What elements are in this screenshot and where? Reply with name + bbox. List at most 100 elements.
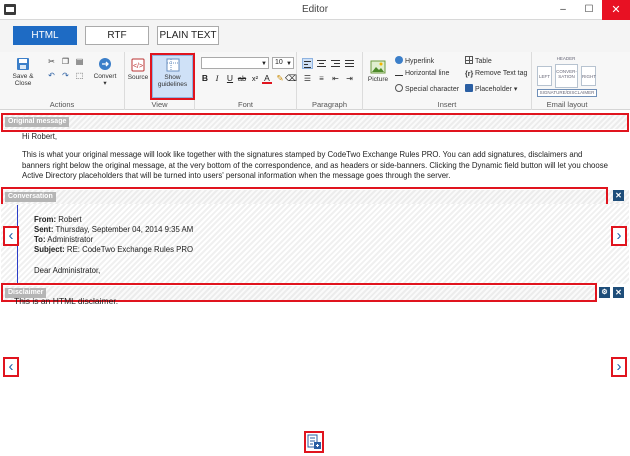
disclaimer-settings-icon[interactable]: ⚙ <box>599 287 610 298</box>
special-character-button[interactable]: Special character <box>395 84 459 93</box>
source-label: Source <box>127 74 149 81</box>
undo-icon[interactable]: ↶ <box>47 71 56 80</box>
superscript-button[interactable]: x² <box>250 73 260 84</box>
layout-right[interactable]: RIGHT <box>581 66 596 86</box>
mode-rtf-button[interactable]: RTF <box>85 26 149 45</box>
group-paragraph-label: Paragraph <box>311 100 348 109</box>
bold-button[interactable]: B <box>200 73 210 84</box>
chevron-down-icon: ▼ <box>261 61 267 67</box>
original-message-highlight <box>1 113 629 132</box>
layout-left[interactable]: LEFT <box>537 66 552 86</box>
conversation-close-icon[interactable]: ✕ <box>613 190 624 201</box>
horizontal-line-button[interactable]: Horizontal line <box>395 70 449 77</box>
bullet-list-icon[interactable]: ☰ <box>303 74 312 83</box>
underline-button[interactable]: U <box>225 73 235 84</box>
layout-signature-disclaimer[interactable]: SIGNATURE/DISCLAIMER <box>537 89 597 97</box>
paste-icon[interactable]: ▤ <box>75 57 84 66</box>
message-body-text: This is what your original message will … <box>22 150 608 180</box>
horizontal-line-icon <box>395 71 403 76</box>
maximize-button[interactable]: ☐ <box>576 0 602 20</box>
subject-value: RE: CodeTwo Exchange Rules PRO <box>64 245 194 254</box>
svg-text:</>: </> <box>133 63 143 70</box>
highlight-color-icon[interactable]: ✎ <box>275 73 285 84</box>
italic-button[interactable]: I <box>212 73 222 84</box>
group-actions-label: Actions <box>49 100 75 109</box>
show-guidelines-highlight <box>150 53 195 100</box>
select-all-icon[interactable]: ⬚ <box>75 71 84 80</box>
clear-format-icon[interactable]: ⌫ <box>285 73 297 84</box>
save-icon <box>17 58 29 70</box>
from-line: From: Robert <box>34 215 82 226</box>
editor-area[interactable]: Original message Hi Robert, This is what… <box>0 110 630 456</box>
convert-label: Convert <box>93 73 117 80</box>
font-color-button[interactable]: A <box>262 73 272 84</box>
placeholder-label: Placeholder <box>475 86 512 93</box>
decrease-indent-icon[interactable]: ⇤ <box>331 74 340 83</box>
mode-html-button[interactable]: HTML <box>13 26 77 45</box>
title-bar: Editor – ☐ ✕ <box>0 0 630 20</box>
table-button[interactable]: Table <box>465 56 492 65</box>
right-banner-arrow-upper[interactable]: › <box>611 226 627 246</box>
group-actions: Save & Close ✂ ❐ ▤ ↶ ↷ ⬚ Convert ▾ Action… <box>0 52 125 110</box>
remove-text-tag-button[interactable]: {r} Remove Text tag <box>465 70 527 79</box>
placeholder-button[interactable]: Placeholder ▾ <box>465 84 517 93</box>
left-banner-arrow-upper[interactable]: ‹ <box>3 226 19 246</box>
group-email-layout-label: Email layout <box>546 100 588 109</box>
strikethrough-button[interactable]: ab <box>237 73 247 84</box>
special-character-label: Special character <box>405 86 460 93</box>
increase-indent-icon[interactable]: ⇥ <box>345 74 354 83</box>
sent-label: Sent: <box>34 225 54 234</box>
subject-line: Subject: RE: CodeTwo Exchange Rules PRO <box>34 245 193 256</box>
table-label: Table <box>475 58 492 65</box>
window-title: Editor <box>301 4 329 15</box>
font-size-value: 10 <box>275 59 283 66</box>
redo-icon[interactable]: ↷ <box>61 71 70 80</box>
mode-bar: HTML RTF PLAIN TEXT <box>0 20 630 52</box>
group-insert: Picture Hyperlink Horizontal line Specia… <box>363 52 532 110</box>
salutation-text: Dear Administrator, <box>34 266 101 275</box>
to-value: Administrator <box>45 235 94 244</box>
minimize-button[interactable]: – <box>550 0 576 20</box>
convert-button[interactable]: Convert ▾ <box>92 57 118 87</box>
text-tag-icon: {r} <box>465 71 474 78</box>
group-view-label: View <box>151 100 168 109</box>
picture-icon <box>370 60 386 74</box>
dynamic-field-glyph <box>307 434 321 449</box>
save-close-button[interactable]: Save & Close <box>10 57 36 87</box>
sent-value: Thursday, September 04, 2014 9:35 AM <box>53 225 194 234</box>
group-paragraph: ☰ ≡ ⇤ ⇥ Paragraph <box>297 52 363 110</box>
disclaimer-text: This is an HTML disclaimer. <box>14 296 119 306</box>
copy-icon[interactable]: ❐ <box>61 57 70 66</box>
close-button[interactable]: ✕ <box>602 0 630 20</box>
disclaimer-close-icon[interactable]: ✕ <box>613 287 624 298</box>
right-banner-arrow-lower[interactable]: › <box>611 357 627 377</box>
ribbon: Save & Close ✂ ❐ ▤ ↶ ↷ ⬚ Convert ▾ Action… <box>0 52 630 110</box>
source-button[interactable]: </> Source <box>127 58 149 81</box>
numbered-list-icon[interactable]: ≡ <box>317 74 326 83</box>
chevron-down-icon: ▼ <box>286 61 292 67</box>
save-close-label: Save & Close <box>12 73 34 87</box>
from-label: From: <box>34 215 57 224</box>
to-label: To: <box>34 235 46 244</box>
picture-label: Picture <box>367 76 389 83</box>
left-banner-arrow-lower[interactable]: ‹ <box>3 357 19 377</box>
align-center-icon[interactable] <box>316 58 327 69</box>
mode-plain-text-button[interactable]: PLAIN TEXT <box>157 26 219 45</box>
font-size-select[interactable]: 10 ▼ <box>272 57 294 69</box>
layout-header[interactable]: HEADER <box>537 55 595 63</box>
align-right-icon[interactable] <box>330 58 341 69</box>
remove-text-tag-label: Remove Text tag <box>475 70 528 77</box>
sent-line: Sent: Thursday, September 04, 2014 9:35 … <box>34 225 193 236</box>
font-family-select[interactable]: ▼ <box>201 57 269 69</box>
layout-conversation[interactable]: CONVER-SATION <box>555 64 578 88</box>
dynamic-field-icon[interactable] <box>304 431 324 453</box>
align-left-icon[interactable] <box>302 58 313 69</box>
group-view: </> Source Show guidelines View <box>125 52 195 110</box>
greeting-text: Hi Robert, <box>22 132 58 141</box>
from-value: Robert <box>56 215 82 224</box>
cut-icon[interactable]: ✂ <box>47 57 56 66</box>
hyperlink-button[interactable]: Hyperlink <box>395 56 434 65</box>
picture-button[interactable]: Picture <box>366 60 390 83</box>
justify-icon[interactable] <box>344 58 355 69</box>
source-code-icon: </> <box>131 58 145 72</box>
